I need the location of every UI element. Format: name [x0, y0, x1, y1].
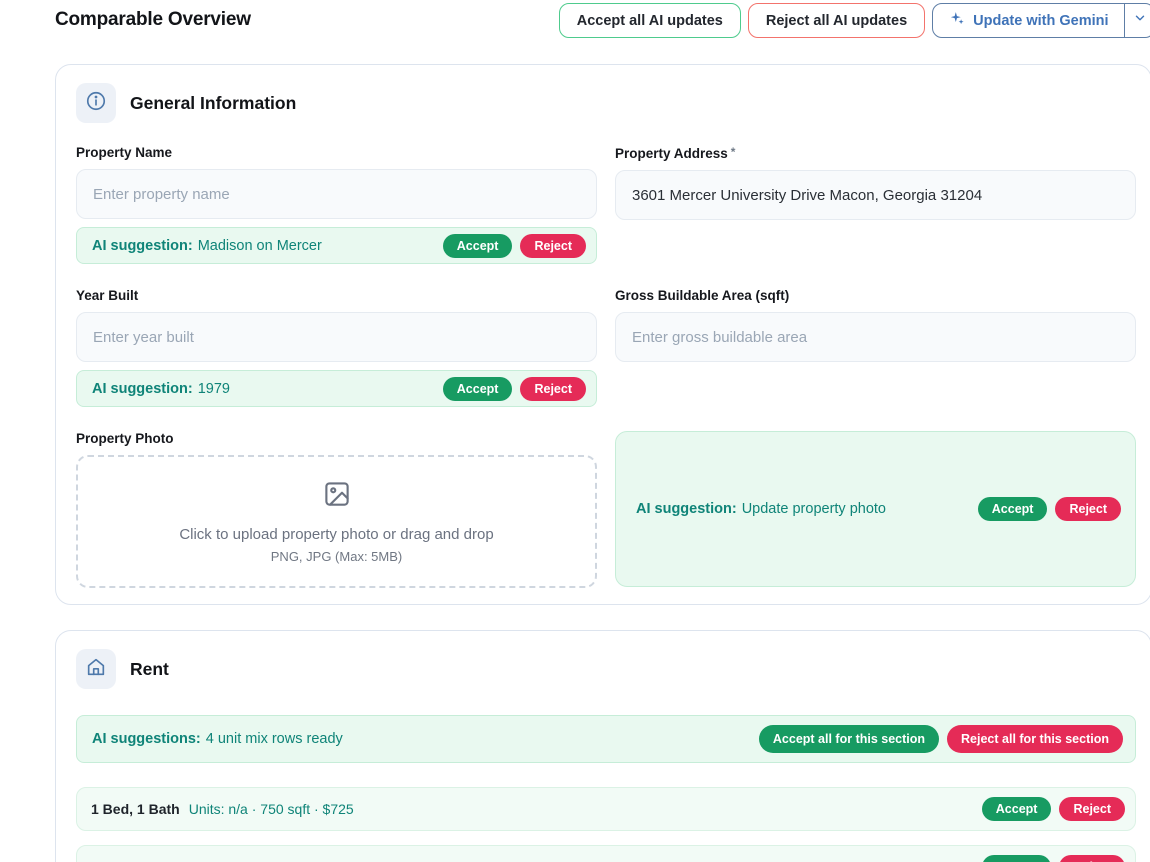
update-with-gemini-label: Update with Gemini — [973, 13, 1108, 29]
gross-buildable-area-input[interactable] — [615, 312, 1136, 362]
reject-button[interactable]: Reject — [520, 377, 586, 401]
property-name-ai-suggestion: AI suggestion: Madison on Mercer Accept R… — [76, 227, 597, 264]
accept-button[interactable]: Accept — [978, 497, 1048, 521]
rent-ai-suggestions-banner: AI suggestions: 4 unit mix rows ready Acc… — [76, 715, 1136, 763]
gemini-dropdown-toggle[interactable] — [1125, 11, 1150, 30]
property-photo-label: Property Photo — [76, 431, 597, 446]
unit-mix-row: 1 Bed, 1 Bath Units: n/a · 750 sqft · $7… — [76, 787, 1136, 831]
unit-mix-row: 2 Beds, 1 Bath Units: n/a · 950 sqft · $… — [76, 845, 1136, 862]
property-photo-suggestion-actions: Accept Reject — [978, 497, 1121, 521]
general-information-header: General Information — [76, 83, 1136, 123]
gross-buildable-area-label: Gross Buildable Area (sqft) — [615, 288, 1136, 303]
property-photo-suggestion-value: Update property photo — [742, 501, 886, 517]
property-address-label-text: Property Address — [615, 146, 728, 161]
general-information-card: General Information Property Name AI sug… — [55, 64, 1150, 605]
general-information-grid: Property Name AI suggestion: Madison on M… — [76, 145, 1136, 588]
info-icon — [85, 90, 107, 117]
unit-mix-rows: 1 Bed, 1 Bath Units: n/a · 750 sqft · $7… — [76, 787, 1136, 862]
gross-buildable-area-field-group: Gross Buildable Area (sqft) — [615, 288, 1136, 362]
property-name-label: Property Name — [76, 145, 597, 160]
property-name-field-group: Property Name AI suggestion: Madison on M… — [76, 145, 597, 264]
rent-banner-text: AI suggestions: 4 unit mix rows ready — [92, 731, 343, 747]
property-photo-ai-suggestion: AI suggestion: Update property photo Acce… — [615, 431, 1136, 587]
required-marker: * — [731, 145, 736, 159]
property-name-suggestion-text: AI suggestion: Madison on Mercer — [92, 238, 322, 254]
accept-all-ai-updates-button[interactable]: Accept all AI updates — [559, 3, 741, 38]
property-photo-upload-dropzone[interactable]: Click to upload property photo or drag a… — [76, 455, 597, 588]
property-photo-suggestion-text: AI suggestion: Update property photo — [636, 501, 886, 517]
accept-button[interactable]: Accept — [443, 234, 513, 258]
rent-banner-actions: Accept all for this section Reject all f… — [759, 725, 1123, 753]
update-with-gemini-button[interactable]: Update with Gemini — [932, 3, 1150, 38]
property-address-field-group: Property Address* — [615, 145, 1136, 220]
chevron-down-icon — [1133, 11, 1147, 30]
unit-name: 1 Bed, 1 Bath — [91, 801, 180, 817]
unit-row-info: 1 Bed, 1 Bath Units: n/a · 750 sqft · $7… — [91, 801, 354, 817]
reject-button[interactable]: Reject — [1055, 497, 1121, 521]
property-photo-suggestion-cell: AI suggestion: Update property photo Acce… — [615, 431, 1136, 587]
year-built-suggestion-value: 1979 — [198, 381, 230, 397]
property-photo-field-group: Property Photo Click to upload property … — [76, 431, 597, 588]
reject-button[interactable]: Reject — [1059, 855, 1125, 862]
rent-icon-tile — [76, 649, 116, 689]
reject-button[interactable]: Reject — [1059, 797, 1125, 821]
suggestions-prefix: AI suggestions: — [92, 731, 201, 747]
rent-header: Rent — [76, 649, 1136, 689]
property-name-suggestion-value: Madison on Mercer — [198, 238, 322, 254]
upload-hint-text: PNG, JPG (Max: 5MB) — [271, 549, 402, 564]
property-name-suggestion-actions: Accept Reject — [443, 234, 586, 258]
update-with-gemini-main[interactable]: Update with Gemini — [933, 10, 1123, 31]
property-name-input[interactable] — [76, 169, 597, 219]
unit-details: Units: n/a · 750 sqft · $725 — [189, 801, 354, 817]
suggestion-prefix: AI suggestion: — [92, 381, 193, 397]
unit-row-actions: Accept Reject — [982, 797, 1125, 821]
image-icon — [322, 479, 352, 514]
property-address-label: Property Address* — [615, 145, 1136, 161]
year-built-suggestion-actions: Accept Reject — [443, 377, 586, 401]
accept-button[interactable]: Accept — [982, 797, 1052, 821]
top-bar-actions: Accept all AI updates Reject all AI upda… — [559, 3, 1150, 38]
suggestion-prefix: AI suggestion: — [92, 238, 193, 254]
top-bar: Comparable Overview Accept all AI update… — [55, 0, 1150, 46]
year-built-label: Year Built — [76, 288, 597, 303]
year-built-input[interactable] — [76, 312, 597, 362]
unit-row-actions: Accept Reject — [982, 855, 1125, 862]
accept-button[interactable]: Accept — [443, 377, 513, 401]
year-built-suggestion-text: AI suggestion: 1979 — [92, 381, 230, 397]
home-icon — [85, 656, 107, 683]
reject-all-ai-updates-button[interactable]: Reject all AI updates — [748, 3, 925, 38]
year-built-ai-suggestion: AI suggestion: 1979 Accept Reject — [76, 370, 597, 407]
reject-button[interactable]: Reject — [520, 234, 586, 258]
sparkle-icon — [948, 10, 965, 31]
reject-all-section-button[interactable]: Reject all for this section — [947, 725, 1123, 753]
rent-banner-value: 4 unit mix rows ready — [206, 731, 343, 747]
accept-button[interactable]: Accept — [982, 855, 1052, 862]
general-information-icon-tile — [76, 83, 116, 123]
upload-instruction-text: Click to upload property photo or drag a… — [179, 526, 493, 543]
year-built-field-group: Year Built AI suggestion: 1979 Accept Rej… — [76, 288, 597, 407]
accept-all-section-button[interactable]: Accept all for this section — [759, 725, 939, 753]
property-address-input[interactable] — [615, 170, 1136, 220]
rent-title: Rent — [130, 659, 169, 680]
general-information-title: General Information — [130, 93, 296, 114]
rent-card: Rent AI suggestions: 4 unit mix rows read… — [55, 630, 1150, 862]
suggestion-prefix: AI suggestion: — [636, 501, 737, 517]
